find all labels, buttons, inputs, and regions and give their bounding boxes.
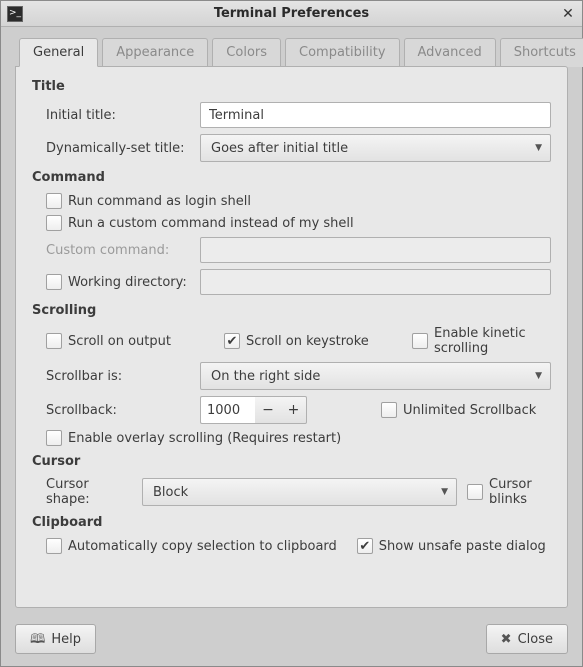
tab-bar: General Appearance Colors Compatibility … <box>15 37 568 66</box>
help-label: Help <box>51 632 81 647</box>
scrollback-input[interactable] <box>200 396 255 424</box>
content: General Appearance Colors Compatibility … <box>1 27 582 616</box>
scroll-keystroke-check[interactable]: Scroll on keystroke <box>224 333 384 349</box>
scrollbar-label: Scrollbar is: <box>32 369 190 384</box>
scrollbar-value: On the right side <box>211 369 320 384</box>
autocopy-label: Automatically copy selection to clipboar… <box>68 539 337 554</box>
cursor-heading: Cursor <box>32 454 551 469</box>
custom-cmd-check-label: Run a custom command instead of my shell <box>68 216 354 231</box>
general-panel: Title Initial title: Dynamically-set tit… <box>15 66 568 608</box>
help-button[interactable]: 🕮 Help <box>15 624 96 654</box>
dyn-title-label: Dynamically-set title: <box>32 141 190 156</box>
scroll-keystroke-label: Scroll on keystroke <box>246 334 369 349</box>
custom-cmd-label: Custom command: <box>32 243 190 258</box>
working-dir-label: Working directory: <box>68 275 187 290</box>
checkbox-icon <box>46 193 62 209</box>
overlay-check[interactable]: Enable overlay scrolling (Requires resta… <box>46 430 341 446</box>
scrollback-label: Scrollback: <box>32 403 190 418</box>
working-dir-input <box>200 269 551 295</box>
title-heading: Title <box>32 79 551 94</box>
scrollbar-select[interactable]: On the right side ▼ <box>200 362 551 390</box>
tab-colors[interactable]: Colors <box>212 38 281 67</box>
checkbox-icon <box>224 333 240 349</box>
cursor-blinks-label: Cursor blinks <box>489 477 551 507</box>
chevron-down-icon: ▼ <box>535 371 542 381</box>
window-title: Terminal Preferences <box>23 6 560 21</box>
scrollback-minus-button[interactable]: − <box>255 396 281 424</box>
checkbox-icon <box>46 333 62 349</box>
tab-shortcuts[interactable]: Shortcuts <box>500 38 583 67</box>
login-shell-check[interactable]: Run command as login shell <box>46 193 251 209</box>
clipboard-heading: Clipboard <box>32 515 551 530</box>
close-icon: ✖ <box>501 633 512 646</box>
checkbox-icon <box>381 402 397 418</box>
cursor-shape-label: Cursor shape: <box>32 477 132 507</box>
chevron-down-icon: ▼ <box>441 487 448 497</box>
checkbox-icon <box>357 538 373 554</box>
checkbox-icon <box>46 538 62 554</box>
scroll-output-check[interactable]: Scroll on output <box>46 333 196 349</box>
checkbox-icon <box>412 333 428 349</box>
custom-cmd-check[interactable]: Run a custom command instead of my shell <box>46 215 354 231</box>
tab-general[interactable]: General <box>19 38 98 67</box>
command-heading: Command <box>32 170 551 185</box>
close-icon[interactable]: ✕ <box>560 6 576 22</box>
cursor-shape-select[interactable]: Block ▼ <box>142 478 457 506</box>
close-label: Close <box>518 632 553 647</box>
initial-title-label: Initial title: <box>32 108 190 123</box>
kinetic-label: Enable kinetic scrolling <box>434 326 551 356</box>
tab-appearance[interactable]: Appearance <box>102 38 208 67</box>
footer: 🕮 Help ✖ Close <box>1 616 582 666</box>
checkbox-icon <box>46 430 62 446</box>
overlay-label: Enable overlay scrolling (Requires resta… <box>68 431 341 446</box>
help-icon: 🕮 <box>30 633 45 646</box>
terminal-icon: >_ <box>7 6 23 22</box>
checkbox-icon <box>467 484 483 500</box>
unsafe-label: Show unsafe paste dialog <box>379 539 546 554</box>
chevron-down-icon: ▼ <box>535 143 542 153</box>
working-dir-row: Working directory: <box>32 274 190 290</box>
checkbox-icon <box>46 215 62 231</box>
login-shell-label: Run command as login shell <box>68 194 251 209</box>
kinetic-check[interactable]: Enable kinetic scrolling <box>412 326 551 356</box>
tab-advanced[interactable]: Advanced <box>404 38 496 67</box>
close-button[interactable]: ✖ Close <box>486 624 568 654</box>
cursor-shape-value: Block <box>153 485 188 500</box>
tab-compatibility[interactable]: Compatibility <box>285 38 400 67</box>
initial-title-input[interactable] <box>200 102 551 128</box>
custom-cmd-input <box>200 237 551 263</box>
dyn-title-value: Goes after initial title <box>211 141 348 156</box>
scrolling-heading: Scrolling <box>32 303 551 318</box>
unlimited-label: Unlimited Scrollback <box>403 403 536 418</box>
unlimited-check[interactable]: Unlimited Scrollback <box>381 402 551 418</box>
unsafe-check[interactable]: Show unsafe paste dialog <box>357 538 546 554</box>
working-dir-check[interactable]: Working directory: <box>46 274 187 290</box>
autocopy-check[interactable]: Automatically copy selection to clipboar… <box>46 538 337 554</box>
dyn-title-select[interactable]: Goes after initial title ▼ <box>200 134 551 162</box>
checkbox-icon <box>46 274 62 290</box>
scrollback-plus-button[interactable]: + <box>281 396 307 424</box>
titlebar: >_ Terminal Preferences ✕ <box>1 1 582 27</box>
scrollback-spinner: − + <box>200 396 307 424</box>
cursor-blinks-check[interactable]: Cursor blinks <box>467 477 551 507</box>
scroll-output-label: Scroll on output <box>68 334 171 349</box>
